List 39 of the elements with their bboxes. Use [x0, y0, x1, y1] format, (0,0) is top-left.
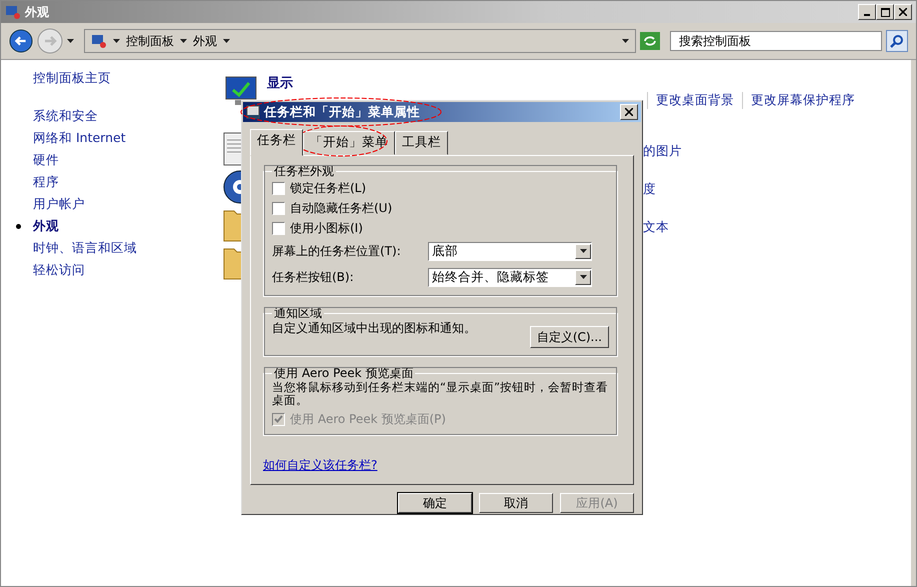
tab[interactable]: 任务栏 — [250, 129, 303, 156]
category-link[interactable]: 更改桌面背景 — [647, 92, 742, 109]
address-bar[interactable]: 控制面板 外观 — [84, 29, 636, 53]
search-field[interactable]: 搜索控制面板 — [670, 31, 882, 51]
sidebar-item[interactable]: 网络和 Internet — [33, 130, 126, 145]
checkbox-label: 自动隐藏任务栏(U) — [290, 200, 392, 216]
checkbox-label: 锁定任务栏(L) — [290, 180, 366, 196]
sidebar-item[interactable]: 轻松访问 — [33, 262, 85, 277]
category-link[interactable]: 度 — [643, 180, 656, 198]
checkbox-label: 使用 Aero Peek 预览桌面(P) — [290, 410, 446, 428]
sidebar-item[interactable]: 外观 — [33, 218, 59, 233]
checkbox-label: 使用小图标(I) — [290, 220, 363, 236]
group-description: 自定义通知区域中出现的图标和通知。 — [272, 320, 476, 337]
dialog-title: 任务栏和「开始」菜单属性 — [264, 104, 420, 120]
sidebar-item[interactable]: 程序 — [33, 174, 59, 189]
dialog-button[interactable]: 取消 — [479, 493, 553, 513]
category-title[interactable]: 显示 — [267, 74, 863, 92]
help-link[interactable]: 如何自定义该任务栏? — [263, 457, 378, 474]
group-description: 当您将鼠标移动到任务栏末端的“显示桌面”按钮时，会暂时查看桌面。 — [272, 381, 609, 407]
sidebar-item[interactable]: 时钟、语言和区域 — [33, 240, 137, 255]
dropdown[interactable]: 始终合并、隐藏标签 — [428, 268, 592, 286]
dialog-button[interactable]: 确定 — [398, 493, 472, 513]
sidebar-home-link[interactable]: 控制面板主页 — [33, 70, 223, 92]
category-link[interactable]: 更改屏幕保护程序 — [742, 92, 863, 109]
sidebar-item[interactable]: 系统和安全 — [33, 108, 98, 123]
field-label: 任务栏按钮(B): — [272, 268, 355, 286]
sidebar-item[interactable]: 用户帐户 — [33, 196, 85, 211]
sidebar-item[interactable]: 硬件 — [33, 152, 59, 167]
breadcrumb[interactable]: 控制面板 — [126, 32, 174, 50]
window-title: 外观 — [25, 4, 50, 20]
category-link[interactable]: 的图片 — [643, 142, 682, 160]
tab[interactable]: 工具栏 — [395, 131, 448, 155]
dropdown[interactable]: 底部 — [428, 242, 592, 260]
customize-button[interactable]: 自定义(C)... — [530, 326, 609, 348]
tab[interactable]: 「开始」菜单 — [303, 131, 395, 155]
category-link[interactable]: 文本 — [643, 218, 669, 236]
breadcrumb[interactable]: 外观 — [193, 32, 217, 50]
field-label: 屏幕上的任务栏位置(T): — [272, 242, 402, 260]
group-title: 使用 Aero Peek 预览桌面 — [273, 366, 414, 380]
